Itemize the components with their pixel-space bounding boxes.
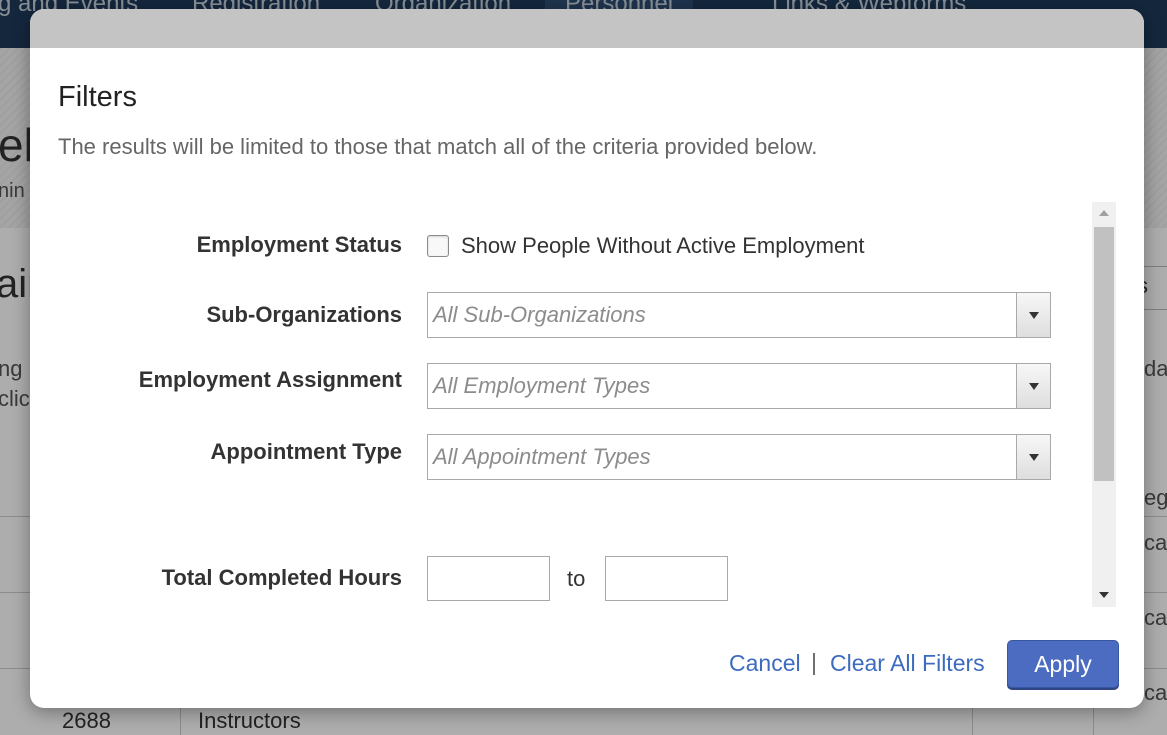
employment-assignment-placeholder: All Employment Types	[433, 373, 651, 398]
apply-button[interactable]: Apply	[1007, 640, 1119, 688]
chevron-down-icon[interactable]	[1016, 364, 1050, 408]
footer-separator: |	[811, 649, 817, 675]
employment-assignment-select[interactable]: All Employment Types	[427, 363, 1051, 409]
appointment-type-label: Appointment Type	[210, 439, 402, 464]
modal-header-bar	[30, 9, 1144, 48]
chevron-down-icon[interactable]	[1016, 435, 1050, 479]
filters-modal: Filters The results will be limited to t…	[30, 9, 1144, 708]
modal-subtitle: The results will be limited to those tha…	[58, 134, 818, 159]
show-inactive-checkbox[interactable]	[427, 235, 449, 257]
appointment-type-select[interactable]: All Appointment Types	[427, 434, 1051, 480]
sub-organizations-select[interactable]: All Sub-Organizations	[427, 292, 1051, 338]
modal-title: Filters	[58, 81, 137, 113]
scrollbar-thumb[interactable]	[1094, 227, 1114, 481]
employment-assignment-label: Employment Assignment	[138, 367, 402, 392]
hours-range-separator: to	[567, 566, 586, 591]
show-inactive-checkbox-label[interactable]: Show People Without Active Employment	[461, 233, 865, 259]
hours-from-input[interactable]	[427, 556, 550, 601]
sub-organizations-placeholder: All Sub-Organizations	[433, 302, 646, 327]
hours-to-input[interactable]	[605, 556, 728, 601]
total-completed-hours-label: Total Completed Hours	[161, 565, 402, 590]
appointment-type-placeholder: All Appointment Types	[433, 444, 651, 469]
cancel-link[interactable]: Cancel	[729, 650, 801, 677]
chevron-down-icon[interactable]	[1016, 293, 1050, 337]
scroll-up-arrow-icon[interactable]	[1092, 203, 1116, 225]
sub-organizations-label: Sub-Organizations	[206, 302, 402, 327]
clear-all-filters-link[interactable]: Clear All Filters	[830, 650, 985, 677]
scroll-down-arrow-icon[interactable]	[1092, 584, 1116, 606]
employment-status-label: Employment Status	[196, 232, 402, 257]
filter-form: Employment Status Show People Without Ac…	[30, 201, 1090, 609]
